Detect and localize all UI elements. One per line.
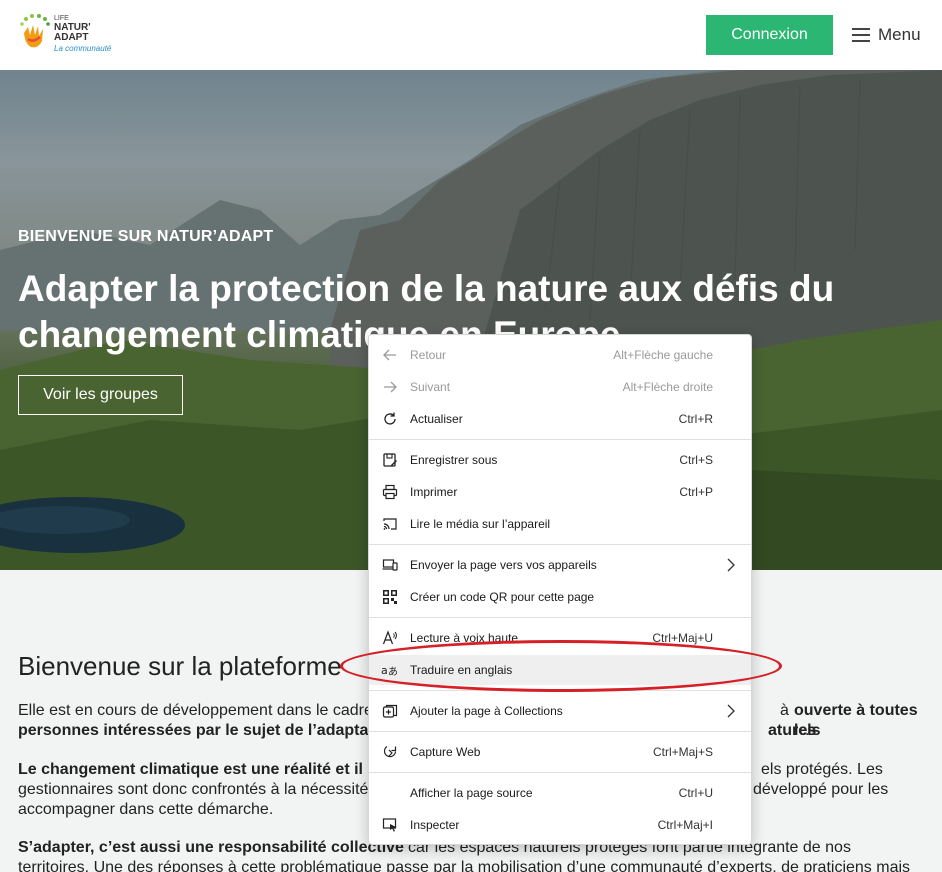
menu-item-label: Inspecter <box>410 818 460 832</box>
menu-item-label: Envoyer la page vers vos appareils <box>410 558 597 572</box>
menu-separator <box>369 772 751 773</box>
chevron-right-icon <box>727 704 735 718</box>
menu-separator <box>369 617 751 618</box>
annotation-ellipse <box>340 640 782 692</box>
refresh-icon <box>381 411 399 427</box>
menu-item-label: Créer un code QR pour cette page <box>410 590 595 604</box>
browser-context-menu: Retour Alt+Flèche gauche Suivant Alt+Flè… <box>368 334 752 845</box>
menu-item-refresh[interactable]: Actualiser Ctrl+R <box>369 404 751 434</box>
menu-item-label: Imprimer <box>410 485 458 499</box>
welcome-heading: Bienvenue sur la plateforme <box>18 651 342 681</box>
menu-label: Menu <box>878 25 921 44</box>
p2-text-b: els protégés. Les <box>761 761 883 778</box>
save-as-icon <box>381 452 399 468</box>
menu-item-view-source[interactable]: Afficher la page source Ctrl+U <box>369 778 751 808</box>
menu-item-add-to-collections[interactable]: Ajouter la page à Collections <box>369 696 751 726</box>
site-header: LIFE NATUR' ADAPT La communauté Connexio… <box>0 0 942 70</box>
menu-item-label: Afficher la page source <box>410 786 533 800</box>
p2-text-e: accompagner dans cette démarche. <box>18 801 274 818</box>
menu-item-save-as[interactable]: Enregistrer sous Ctrl+S <box>369 445 751 475</box>
menu-item-shortcut: Alt+Flèche gauche <box>613 348 713 362</box>
menu-item-label: Enregistrer sous <box>410 453 498 467</box>
menu-item-send-to-devices[interactable]: Envoyer la page vers vos appareils <box>369 550 751 580</box>
menu-item-label: Actualiser <box>410 412 463 426</box>
menu-item-shortcut: Ctrl+S <box>679 453 713 467</box>
menu-item-shortcut: Ctrl+Maj+S <box>652 745 713 759</box>
menu-item-inspect[interactable]: Inspecter Ctrl+Maj+I <box>369 810 751 840</box>
collections-icon <box>381 703 399 719</box>
chevron-right-icon <box>727 558 735 572</box>
menu-item-shortcut: Ctrl+P <box>679 485 713 499</box>
menu-separator <box>369 439 751 440</box>
p1-text-f: . <box>805 722 810 739</box>
printer-icon <box>381 484 399 500</box>
menu-item-shortcut: Ctrl+U <box>678 786 713 800</box>
inspect-icon <box>381 817 399 833</box>
hero-kicker: BIENVENUE SUR NATUR’ADAPT <box>18 228 274 245</box>
p2-text-d: développé pour les <box>753 781 889 798</box>
menu-item-back[interactable]: Retour Alt+Flèche gauche <box>369 340 751 370</box>
menu-item-print[interactable]: Imprimer Ctrl+P <box>369 477 751 507</box>
menu-item-label: Retour <box>410 348 447 362</box>
p3-text-c: territoires. Une des réponses à cette pr… <box>18 859 911 872</box>
logo-tagline: La communauté <box>54 44 112 53</box>
menu-item-label: Capture Web <box>410 745 481 759</box>
p2-text-a: Le changement climatique est une réalité… <box>18 761 363 778</box>
menu-item-web-capture[interactable]: Capture Web Ctrl+Maj+S <box>369 737 751 767</box>
qr-code-icon <box>381 589 399 605</box>
p1-text-d: personnes intéressées par le sujet de l’… <box>18 722 369 739</box>
menu-item-label: Lire le média sur l’appareil <box>410 517 551 531</box>
p3-text-a: S’adapter, c’est aussi une responsabilit… <box>18 839 404 856</box>
p1-text-b: à <box>780 702 789 719</box>
menu-button[interactable]: Menu <box>852 22 921 48</box>
read-aloud-icon <box>381 630 399 646</box>
hamburger-icon <box>852 28 870 42</box>
arrow-left-icon <box>381 347 399 363</box>
menu-item-forward[interactable]: Suivant Alt+Flèche droite <box>369 372 751 402</box>
menu-item-label: Suivant <box>410 380 451 394</box>
login-button[interactable]: Connexion <box>706 15 833 55</box>
view-groups-button[interactable]: Voir les groupes <box>18 375 183 415</box>
p2-text-c: gestionnaires sont donc confrontés à la … <box>18 781 369 798</box>
arrow-right-icon <box>381 379 399 395</box>
logo-hand-icon <box>20 14 50 48</box>
menu-item-label: Ajouter la page à Collections <box>410 704 563 718</box>
menu-item-shortcut: Alt+Flèche droite <box>622 380 713 394</box>
menu-item-shortcut: Ctrl+R <box>678 412 713 426</box>
web-capture-icon <box>381 744 399 760</box>
logo-line3: ADAPT <box>54 32 89 43</box>
p1-text-e: aturels <box>768 722 821 739</box>
menu-item-cast-media[interactable]: Lire le média sur l’appareil <box>369 509 751 539</box>
menu-item-shortcut: Ctrl+Maj+I <box>657 818 713 832</box>
menu-separator <box>369 544 751 545</box>
menu-separator <box>369 731 751 732</box>
cast-icon <box>381 516 399 532</box>
menu-item-qr-code[interactable]: Créer un code QR pour cette page <box>369 582 751 612</box>
site-logo[interactable]: LIFE NATUR' ADAPT La communauté <box>18 9 128 61</box>
p1-text-a: Elle est en cours de développement dans … <box>18 702 373 719</box>
devices-icon <box>381 557 399 573</box>
